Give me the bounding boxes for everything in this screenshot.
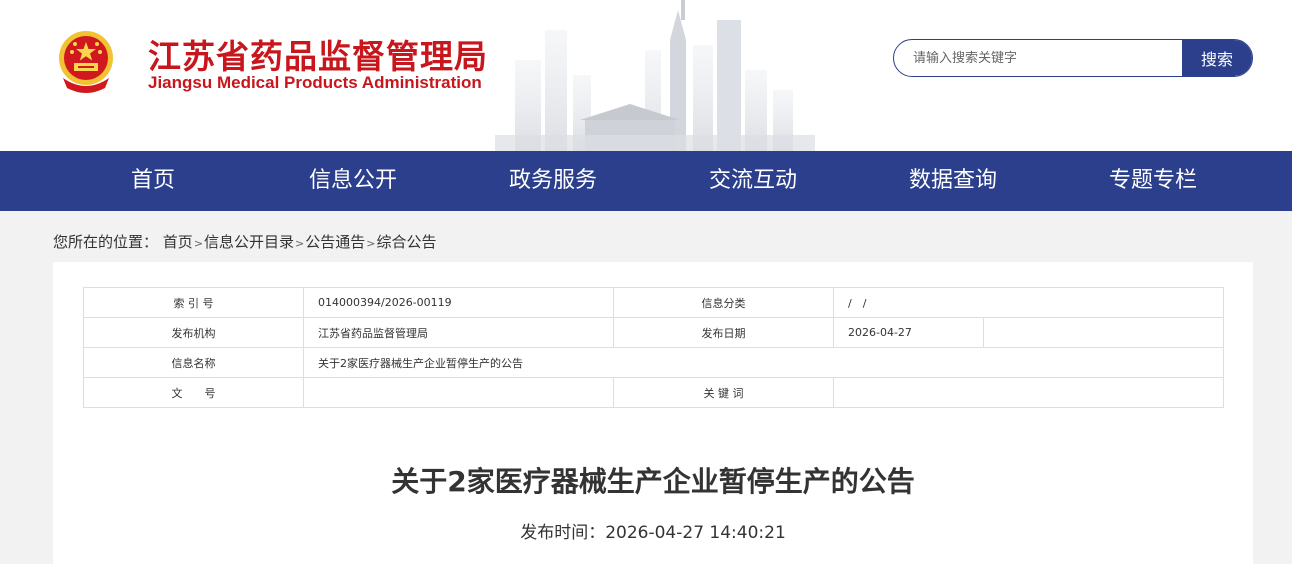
content-panel: 索 引 号 014000394/2026-00119 信息分类 / / 发布机构… bbox=[53, 262, 1253, 564]
nav-item-special-topics[interactable]: 专题专栏 bbox=[1083, 151, 1223, 211]
info-name-value: 关于2家医疗器械生产企业暂停生产的公告 bbox=[302, 347, 1225, 378]
national-emblem-icon bbox=[59, 31, 113, 93]
publish-date-label: 发布日期 bbox=[613, 317, 834, 348]
breadcrumb-prefix: 您所在的位置： bbox=[53, 233, 159, 251]
index-number-label: 索 引 号 bbox=[83, 287, 304, 318]
table-row: 信息名称 关于2家医疗器械生产企业暂停生产的公告 bbox=[83, 347, 1225, 378]
article-title: 关于2家医疗器械生产企业暂停生产的公告 bbox=[391, 465, 915, 498]
breadcrumb-item-general-announcements[interactable]: 综合公告 bbox=[377, 233, 437, 251]
publish-date-value: 2026-04-27 bbox=[833, 317, 984, 348]
publish-time-value: 2026-04-27 14:40:21 bbox=[605, 523, 786, 543]
site-header: 江苏省药品监督管理局 Jiangsu Medical Products Admi… bbox=[0, 0, 1292, 151]
document-metadata-table: 索 引 号 014000394/2026-00119 信息分类 / / 发布机构… bbox=[83, 287, 1225, 408]
table-row: 发布机构 江苏省药品监督管理局 发布日期 2026-04-27 bbox=[83, 317, 1225, 348]
category-label: 信息分类 bbox=[613, 287, 834, 318]
info-name-label: 信息名称 bbox=[83, 347, 304, 378]
search-button[interactable]: 搜索 bbox=[1182, 40, 1252, 76]
empty-cell bbox=[982, 317, 1225, 348]
publish-time-label: 发布时间： bbox=[520, 523, 606, 543]
breadcrumb: 您所在的位置： 首页>信息公开目录>公告通告>综合公告 bbox=[53, 231, 437, 252]
breadcrumb-item-info-catalog[interactable]: 信息公开目录 bbox=[204, 233, 294, 251]
article-publish-time: 发布时间：2026-04-27 14:40:21 bbox=[53, 518, 1253, 543]
breadcrumb-separator: > bbox=[366, 237, 376, 250]
nav-item-home[interactable]: 首页 bbox=[83, 151, 223, 211]
keywords-value bbox=[832, 377, 1225, 408]
site-title: 江苏省药品监督管理局 bbox=[148, 37, 488, 76]
main-nav: 首页 信息公开 政务服务 交流互动 数据查询 专题专栏 bbox=[0, 151, 1292, 211]
nav-item-gov-services[interactable]: 政务服务 bbox=[483, 151, 623, 211]
index-number-value: 014000394/2026-00119 bbox=[303, 287, 614, 318]
breadcrumb-separator: > bbox=[295, 237, 305, 250]
keywords-label: 关 键 词 bbox=[613, 377, 834, 408]
table-row: 文 号 关 键 词 bbox=[83, 377, 1225, 408]
search-bar: 搜索 bbox=[893, 39, 1253, 77]
nav-item-info-disclosure[interactable]: 信息公开 bbox=[283, 151, 423, 211]
category-value: / / bbox=[832, 287, 1225, 318]
table-row: 索 引 号 014000394/2026-00119 信息分类 / / bbox=[83, 287, 1225, 318]
publisher-value: 江苏省药品监督管理局 bbox=[303, 317, 614, 348]
site-subtitle-english: Jiangsu Medical Products Administration bbox=[148, 73, 482, 92]
nav-item-interaction[interactable]: 交流互动 bbox=[683, 151, 823, 211]
document-number-value bbox=[303, 377, 614, 408]
breadcrumb-separator: > bbox=[193, 237, 204, 250]
search-input[interactable] bbox=[894, 40, 1182, 76]
city-skyline-illustration bbox=[495, 0, 815, 151]
nav-item-data-query[interactable]: 数据查询 bbox=[883, 151, 1023, 211]
publisher-label: 发布机构 bbox=[83, 317, 304, 348]
breadcrumb-item-home[interactable]: 首页 bbox=[163, 233, 193, 251]
breadcrumb-item-announcements[interactable]: 公告通告 bbox=[305, 233, 365, 251]
document-number-label: 文 号 bbox=[83, 377, 304, 408]
